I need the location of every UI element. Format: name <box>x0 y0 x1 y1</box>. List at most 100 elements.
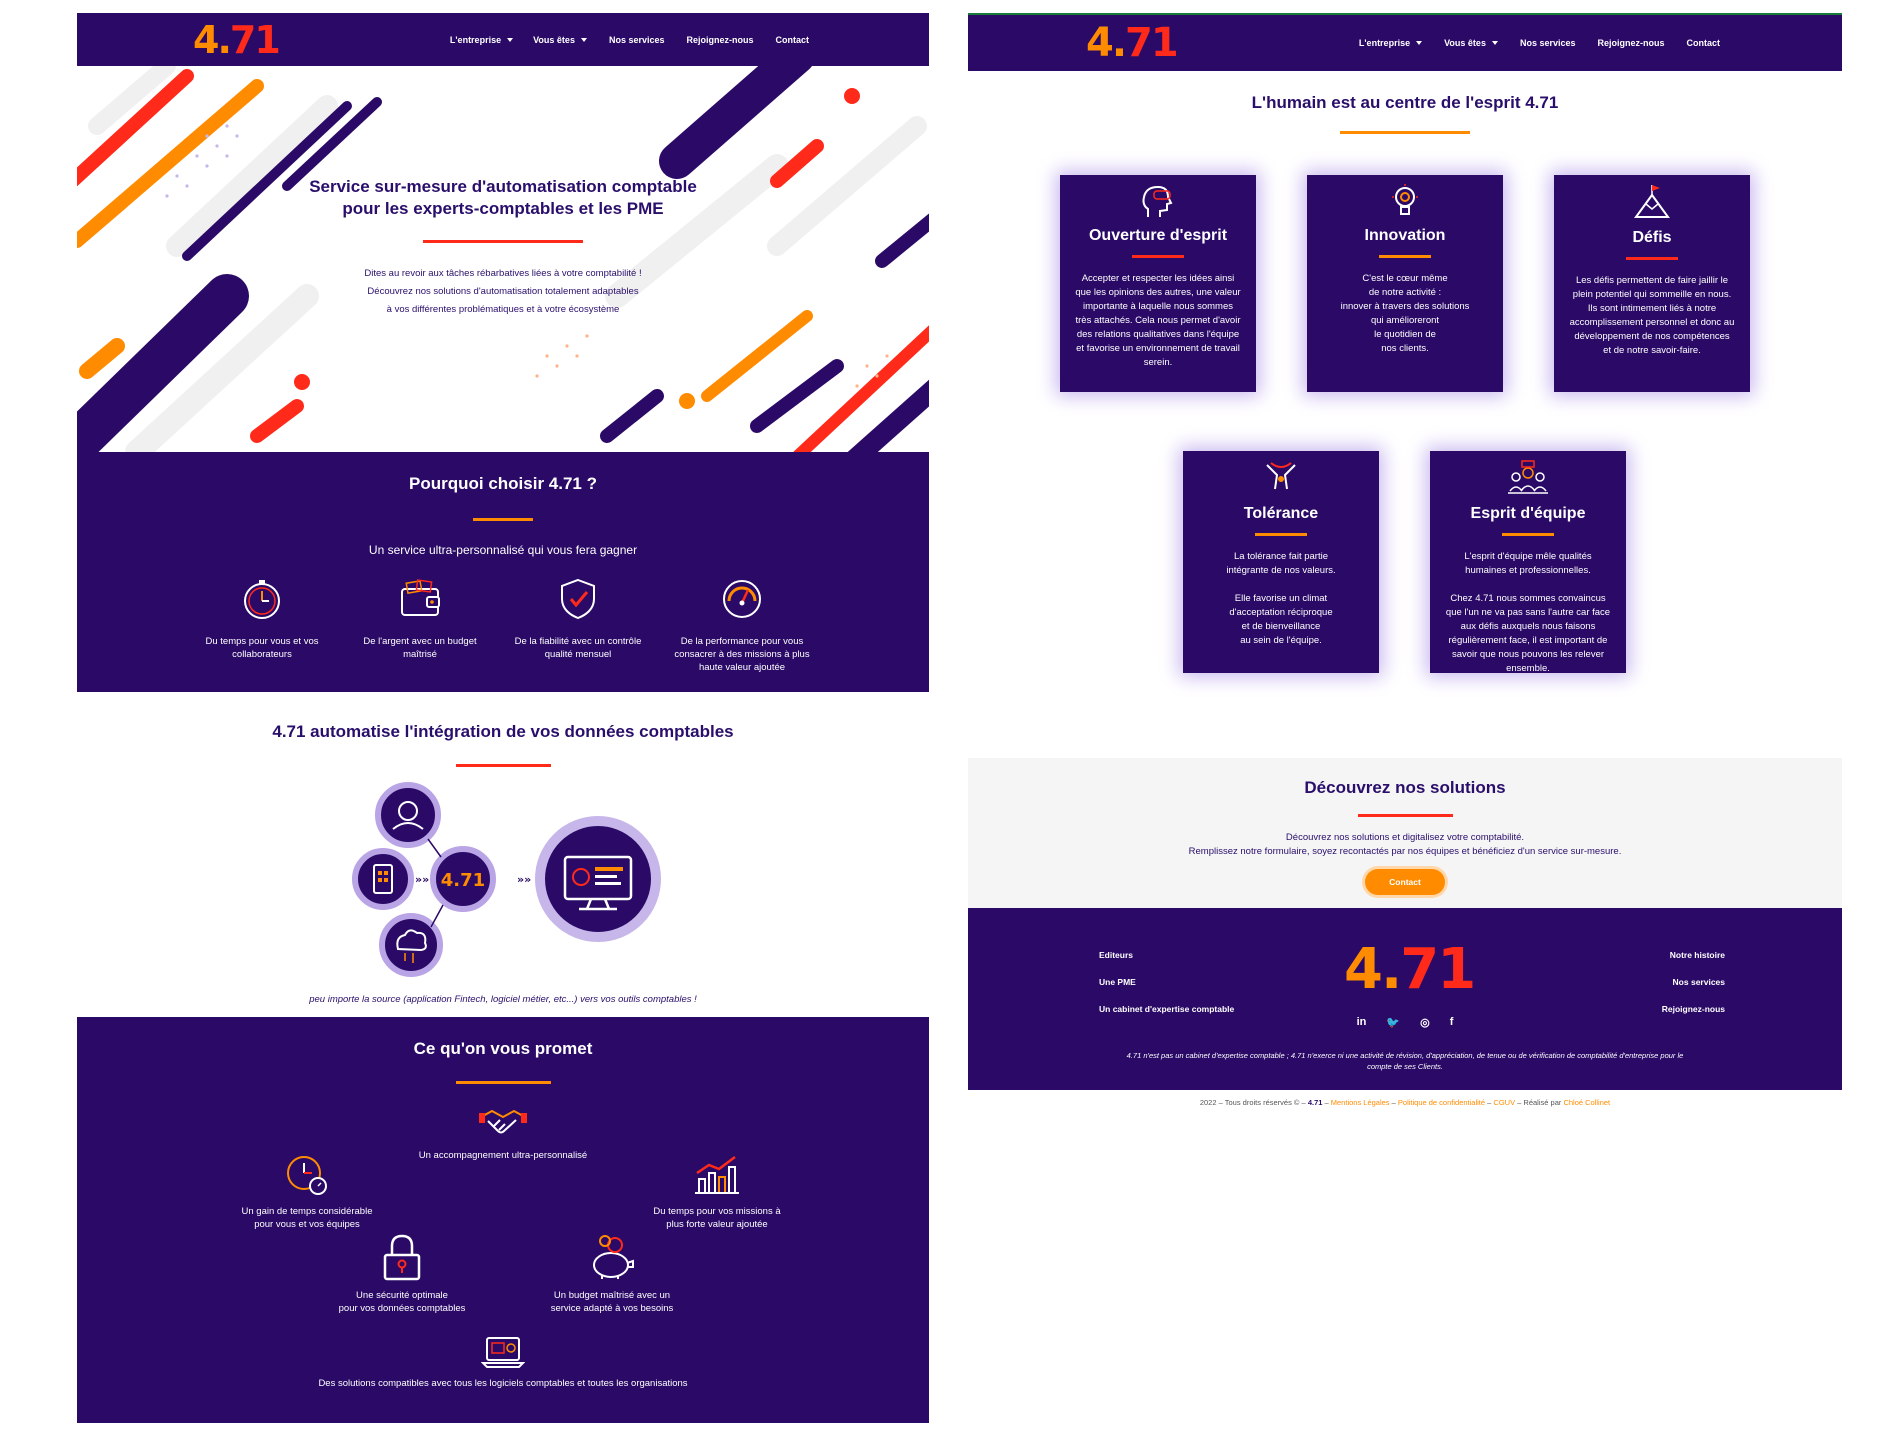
team-icon <box>1508 460 1548 494</box>
value-card: Ouverture d'esprit Accepter et respecter… <box>1060 175 1256 392</box>
why-item-label: De l'argent avec un budget maîtrisé <box>363 636 477 660</box>
values-title: L'humain est au centre de l'esprit 4.71 <box>1251 93 1559 112</box>
nav-label: L'entreprise <box>1358 38 1411 48</box>
svg-text:»»: »» <box>517 873 531 886</box>
nav-label: L'entreprise <box>449 34 502 45</box>
clock-icon <box>287 1156 327 1195</box>
linkedin-icon[interactable]: in <box>1357 1016 1367 1029</box>
value-card-text: L'esprit d'équipe mêle qualités humaines… <box>1445 551 1611 674</box>
disclaimer-line: compte de ses Clients. <box>1367 1062 1443 1071</box>
lightbulb-icon <box>1392 184 1418 215</box>
logo-part-a: 4. <box>1086 20 1127 66</box>
value-card: Innovation C'est le cœur même de notre a… <box>1307 175 1503 392</box>
hero-text: Dites au revoir aux tâches rébarbatives … <box>77 265 929 319</box>
promise-item: Un gain de temps considérable pour vous … <box>207 1153 407 1231</box>
discover-title: Découvrez nos solutions <box>1304 778 1506 797</box>
why-divider <box>473 518 533 521</box>
author-link[interactable]: Chloé Collinet <box>1563 1098 1610 1107</box>
instagram-icon[interactable]: ◎ <box>1420 1016 1430 1029</box>
logo[interactable]: 4.71 <box>1086 20 1179 66</box>
hero-text-line: Découvrez nos solutions d'automatisation… <box>367 286 639 297</box>
made-by-text: Réalisé par <box>1523 1098 1562 1107</box>
nav-item-rejoignez[interactable]: Rejoignez-nous <box>1598 38 1665 48</box>
nav-label: Vous êtes <box>533 34 575 45</box>
nav-item-rejoignez[interactable]: Rejoignez-nous <box>687 35 754 45</box>
automation-caption: peu importe la source (application Finte… <box>309 994 697 1005</box>
handshake-icon <box>479 1109 527 1134</box>
promise-item: Du temps pour vos missions à plus forte … <box>617 1153 817 1231</box>
why-item-label: De la fiabilité avec un contrôle qualité… <box>514 636 642 660</box>
shield-check-icon <box>561 578 595 620</box>
nav-item-vous-etes[interactable]: Vous êtes <box>1444 38 1498 48</box>
value-card: Défis Les défis permettent de faire jail… <box>1554 175 1750 392</box>
piggy-bank-icon <box>593 1235 634 1279</box>
stopwatch-icon <box>244 580 280 619</box>
footer-right-links: Notre histoire Nos services Rejoignez-no… <box>1662 942 1725 1023</box>
chevron-down-icon <box>580 37 587 42</box>
nav-item-services[interactable]: Nos services <box>1520 38 1576 48</box>
wallet-icon <box>401 579 440 616</box>
footer-left-links: Editeurs Une PME Un cabinet d'expertise … <box>1099 942 1234 1023</box>
promise-divider <box>455 1081 551 1084</box>
svg-text:»»: »» <box>415 873 429 886</box>
footer-link[interactable]: Nos services <box>1662 969 1725 996</box>
hero-title-line: Service sur-mesure d'automatisation comp… <box>309 177 697 196</box>
copyright-text: 2022 – Tous droits réservés © – <box>1199 1098 1306 1107</box>
hero-text-line: Dites au revoir aux tâches rébarbatives … <box>364 268 642 279</box>
growth-chart-icon <box>695 1156 739 1194</box>
promise-section: Ce qu'on vous promet Un accompagnement u… <box>77 1017 929 1423</box>
why-item: De l'argent avec un budget maîtrisé <box>335 577 505 661</box>
logo-part-a: 4. <box>1344 937 1402 1002</box>
twitter-icon[interactable]: 🐦 <box>1386 1016 1400 1029</box>
contact-button[interactable]: Contact <box>1365 869 1445 895</box>
value-card: Tolérance La tolérance fait partie intég… <box>1183 451 1379 673</box>
nav-label: Vous êtes <box>1444 38 1486 48</box>
nav-item-contact[interactable]: Contact <box>1687 38 1721 48</box>
nav-item-services[interactable]: Nos services <box>609 35 665 45</box>
promise-item-label: Un budget maîtrisé avec un service adapt… <box>550 1290 674 1314</box>
legal-link[interactable]: Mentions Légales <box>1331 1098 1390 1107</box>
nav-item-entreprise[interactable]: L'entreprise <box>449 34 514 45</box>
facebook-icon[interactable]: f <box>1450 1016 1454 1029</box>
social-links: in 🐦 ◎ f <box>968 1016 1842 1029</box>
promise-item-label: Un gain de temps considérable pour vous … <box>241 1206 373 1230</box>
value-card-underline <box>1132 255 1184 258</box>
footer-logo[interactable]: 4.71 <box>1344 942 1476 998</box>
value-card-text: C'est le cœur même de notre activité : i… <box>1340 273 1470 354</box>
discover-text-line: Découvrez nos solutions et digitalisez v… <box>1285 832 1525 843</box>
footer-link[interactable]: Editeurs <box>1099 942 1234 969</box>
why-item: Du temps pour vous et vos collaborateurs <box>177 577 347 661</box>
logo[interactable]: 4.71 <box>193 17 281 62</box>
value-card-underline <box>1626 257 1678 260</box>
automation-section: 4.71 automatise l'intégration de vos don… <box>77 692 929 1017</box>
promise-item-label: Une sécurité optimale pour vos données c… <box>338 1290 466 1314</box>
discover-divider <box>1357 814 1453 817</box>
mountain-flag-icon <box>1634 185 1670 218</box>
footer: Editeurs Une PME Un cabinet d'expertise … <box>968 908 1842 1090</box>
logo-part-a: 4. <box>193 17 232 62</box>
laptop-icon <box>481 1337 525 1368</box>
legal-link[interactable]: CGUV <box>1493 1098 1515 1107</box>
legal-link[interactable]: Politique de confidentialité <box>1398 1098 1485 1107</box>
chevron-down-icon <box>507 37 514 42</box>
hero-section: Service sur-mesure d'automatisation comp… <box>77 66 929 452</box>
footer-link[interactable]: Notre histoire <box>1662 942 1725 969</box>
value-card-title: Tolérance <box>1243 505 1319 522</box>
discover-text-line: Remplissez notre formulaire, soyez recon… <box>1188 846 1622 857</box>
value-card-title: Défis <box>1632 229 1672 246</box>
why-subtitle: Un service ultra-personnalisé qui vous f… <box>368 543 638 557</box>
nav-item-entreprise[interactable]: L'entreprise <box>1358 38 1423 48</box>
disclaimer-line: 4.71 n'est pas un cabinet d'expertise co… <box>1126 1051 1684 1060</box>
why-item: De la performance pour vous consacrer à … <box>657 577 827 674</box>
promise-item: Une sécurité optimale pour vos données c… <box>307 1233 497 1315</box>
nav-item-vous-etes[interactable]: Vous êtes <box>533 35 587 45</box>
nav-item-contact[interactable]: Contact <box>776 35 810 45</box>
value-card-title: Innovation <box>1364 227 1446 244</box>
discover-text: Découvrez nos solutions et digitalisez v… <box>968 831 1842 859</box>
promise-item-label: Des solutions compatibles avec tous les … <box>318 1378 688 1389</box>
footer-link[interactable]: Une PME <box>1099 969 1234 996</box>
logo-part-b: 71 <box>1400 937 1476 1002</box>
promise-item: Des solutions compatibles avec tous les … <box>203 1335 803 1390</box>
hub-label: 4.71 <box>441 870 485 891</box>
open-mind-icon <box>1142 185 1173 217</box>
